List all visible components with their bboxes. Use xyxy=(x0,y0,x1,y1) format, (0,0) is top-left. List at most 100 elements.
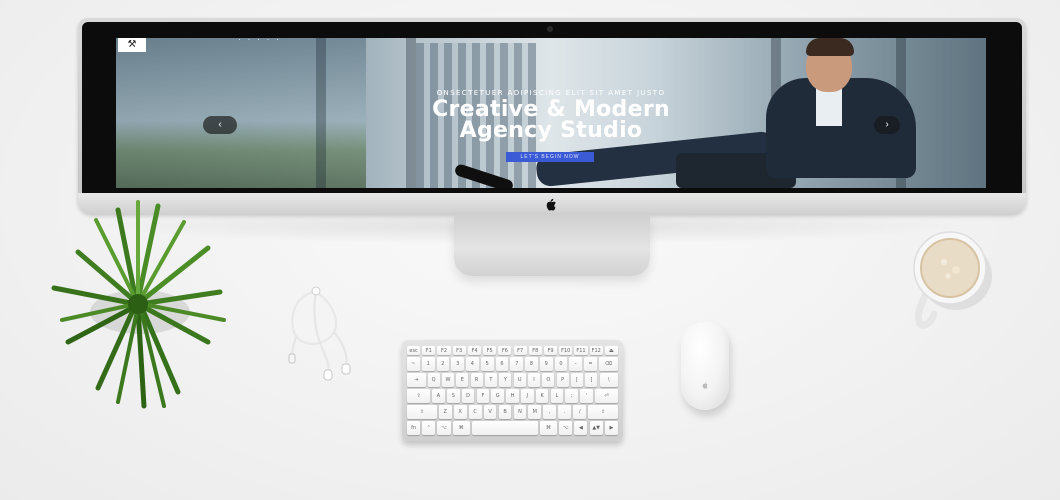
keyboard-key[interactable]: ~ xyxy=(407,357,420,371)
keyboard-key[interactable]: ⌥ xyxy=(437,421,451,435)
keyboard-key[interactable]: ▶ xyxy=(604,421,618,435)
keyboard-key[interactable]: ' xyxy=(580,389,593,403)
hero-title-line-1: Creative & Modern xyxy=(432,97,670,122)
keyboard-key[interactable]: , xyxy=(543,405,557,419)
keyboard-key[interactable]: G xyxy=(491,389,505,403)
keyboard-key[interactable]: ⇥ xyxy=(407,373,426,387)
keyboard-key[interactable]: R xyxy=(470,373,483,387)
person-hair xyxy=(806,38,854,56)
keyboard-key[interactable]: F4 xyxy=(467,346,482,355)
keyboard-key[interactable]: H xyxy=(506,389,519,403)
coffee-cup xyxy=(913,231,992,329)
imac-screen: ⚒ · · · · · ONSECTETUER ADIPISCING ELIT … xyxy=(116,38,986,188)
imac-stand xyxy=(454,214,650,276)
hero-title: Creative & Modern Agency Studio xyxy=(116,97,986,143)
keyboard-key[interactable]: F8 xyxy=(528,346,542,355)
keyboard-key[interactable]: O xyxy=(542,373,555,387)
keyboard-key[interactable]: I xyxy=(527,373,541,387)
keyboard-key[interactable]: A xyxy=(432,389,445,403)
slider-next-button[interactable]: › xyxy=(874,116,900,134)
keyboard-key[interactable]: 5 xyxy=(480,357,494,371)
hero-cta-button[interactable]: LET'S BEGIN NOW xyxy=(506,152,594,162)
keyboard-key[interactable]: 8 xyxy=(525,357,538,371)
keyboard-key[interactable]: F3 xyxy=(452,346,466,355)
keyboard-key[interactable]: ⌃ xyxy=(422,421,436,435)
keyboard-key[interactable]: ◀ xyxy=(574,421,588,435)
keyboard-key[interactable]: ⇧ xyxy=(407,405,437,419)
keyboard-key[interactable]: / xyxy=(573,405,587,419)
keyboard-key[interactable]: \ xyxy=(599,373,618,387)
keyboard-key[interactable]: ⏏ xyxy=(604,346,618,355)
keyboard-key[interactable]: 6 xyxy=(495,357,509,371)
keyboard-key[interactable]: 1 xyxy=(421,357,435,371)
keyboard-key[interactable]: V xyxy=(483,405,497,419)
apple-icon xyxy=(702,382,708,389)
keyboard-key[interactable]: D xyxy=(461,389,475,403)
keyboard-key[interactable]: 0 xyxy=(554,357,568,371)
keyboard-key[interactable]: 3 xyxy=(451,357,465,371)
keyboard-key[interactable]: ▲▼ xyxy=(589,421,603,435)
keyboard-key[interactable]: Z xyxy=(438,405,452,419)
keyboard-key-space[interactable] xyxy=(471,421,538,435)
potted-plant xyxy=(51,200,226,409)
keyboard-key[interactable]: F xyxy=(476,389,490,403)
keyboard-key[interactable]: Q xyxy=(427,373,440,387)
keyboard-key[interactable]: 2 xyxy=(436,357,450,371)
keyboard-key[interactable]: T xyxy=(484,373,498,387)
keyboard-key[interactable]: ⌘ xyxy=(539,421,558,435)
keyboard-key[interactable]: ⇧ xyxy=(588,405,618,419)
keyboard-key[interactable]: ; xyxy=(565,389,579,403)
keyboard-key[interactable]: F6 xyxy=(498,346,512,355)
hero-subtitle: ONSECTETUER ADIPISCING ELIT SIT AMET JUS… xyxy=(436,89,666,97)
keyboard-key[interactable]: = xyxy=(584,357,597,371)
keyboard-key[interactable]: ⌥ xyxy=(559,421,573,435)
keyboard-key[interactable]: ⌫ xyxy=(598,357,618,371)
keyboard-key[interactable]: J xyxy=(520,389,534,403)
keyboard-key[interactable]: F9 xyxy=(543,346,558,355)
keyboard-key[interactable]: F12 xyxy=(589,346,603,355)
keyboard-key[interactable]: S xyxy=(446,389,460,403)
keyboard-key[interactable]: B xyxy=(498,405,512,419)
keyboard-key[interactable]: . xyxy=(558,405,572,419)
keyboard-key[interactable]: K xyxy=(535,389,549,403)
keyboard-key[interactable]: F7 xyxy=(513,346,527,355)
keyboard-key[interactable]: U xyxy=(513,373,526,387)
keyboard-key[interactable]: 4 xyxy=(466,357,479,371)
keyboard-key[interactable]: - xyxy=(569,357,583,371)
keyboard-key[interactable]: N xyxy=(513,405,527,419)
hero-title-line-2: Agency Studio xyxy=(459,118,643,143)
keyboard-key[interactable]: F5 xyxy=(483,346,497,355)
keyboard-key[interactable]: ⌘ xyxy=(452,421,470,435)
keyboard[interactable]: esc F1 F2 F3 F4 F5 F6 F7 F8 F9 F10 F11 F12 ⏏ ~1 2 3 4 5 6 7 8… xyxy=(402,340,623,441)
keyboard-key[interactable]: 7 xyxy=(510,357,524,371)
keyboard-key[interactable]: ⏎ xyxy=(594,389,618,403)
camera-icon xyxy=(547,26,553,32)
site-nav[interactable]: · · · · · xyxy=(238,38,281,44)
keyboard-key[interactable]: L xyxy=(550,389,564,403)
slider-prev-button[interactable]: ‹ xyxy=(203,116,237,134)
keyboard-key[interactable]: [ xyxy=(570,373,584,387)
keyboard-key[interactable]: X xyxy=(453,405,467,419)
keyboard-key[interactable]: P xyxy=(556,373,569,387)
keyboard-key[interactable]: F2 xyxy=(437,346,451,355)
chevron-left-icon: ‹ xyxy=(218,119,222,130)
apple-icon xyxy=(546,198,556,211)
keyboard-key[interactable]: F1 xyxy=(422,346,436,355)
keyboard-key[interactable]: ] xyxy=(585,373,598,387)
keyboard-key[interactable]: esc xyxy=(407,346,421,355)
keyboard-key[interactable]: 9 xyxy=(539,357,553,371)
chevron-right-icon: › xyxy=(885,119,889,130)
keyboard-key[interactable]: F11 xyxy=(574,346,588,355)
keyboard-keys[interactable]: esc F1 F2 F3 F4 F5 F6 F7 F8 F9 F10 F11 F12 ⏏ ~1 2 3 4 5 6 7 8… xyxy=(407,346,618,437)
keyboard-key[interactable]: ⇪ xyxy=(407,389,431,403)
keyboard-key[interactable]: M xyxy=(528,405,542,419)
site-logo[interactable]: ⚒ xyxy=(118,38,146,52)
keyboard-key[interactable]: C xyxy=(468,405,482,419)
keyboard-key[interactable]: F10 xyxy=(559,346,573,355)
keyboard-key[interactable]: W xyxy=(441,373,455,387)
earphones xyxy=(288,286,351,381)
keyboard-key[interactable]: Y xyxy=(499,373,512,387)
magic-mouse[interactable] xyxy=(681,322,729,410)
keyboard-key[interactable]: fn xyxy=(407,421,421,435)
keyboard-key[interactable]: E xyxy=(456,373,469,387)
